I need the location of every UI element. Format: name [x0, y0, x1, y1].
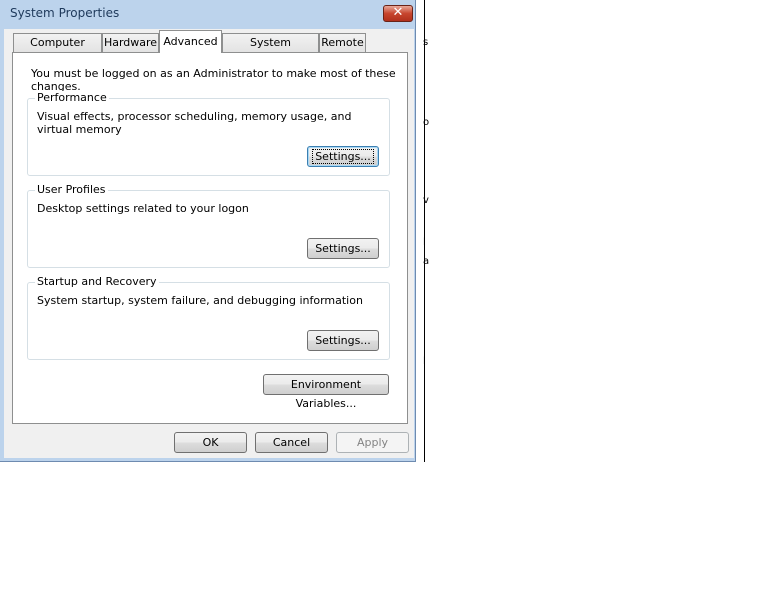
- user-profiles-settings-button[interactable]: Settings...: [307, 238, 379, 259]
- background-text: v: [423, 195, 429, 206]
- ok-label: OK: [202, 436, 219, 449]
- environment-variables-button[interactable]: Environment Variables...: [263, 374, 389, 410]
- performance-description: Visual effects, processor scheduling, me…: [37, 110, 352, 136]
- cancel-button[interactable]: Cancel: [255, 432, 328, 453]
- performance-settings-button[interactable]: Settings...: [307, 146, 379, 167]
- apply-label: Apply: [356, 436, 389, 449]
- environment-variables-label: Environment Variables...: [290, 378, 362, 410]
- advanced-tab-panel: You must be logged on as an Administrato…: [12, 52, 408, 424]
- tab-hardware[interactable]: Hardware: [102, 33, 159, 52]
- startup-recovery-settings-button[interactable]: Settings...: [307, 330, 379, 351]
- ok-button[interactable]: OK: [174, 432, 247, 453]
- user-profiles-description: Desktop settings related to your logon: [37, 202, 249, 215]
- system-properties-window: System Properties ✕ Computer Name Hardwa…: [0, 0, 416, 462]
- performance-group: Performance Visual effects, processor sc…: [27, 91, 390, 176]
- dialog-client-area: Computer Name Hardware Advanced System P…: [4, 29, 414, 458]
- apply-button[interactable]: Apply: [336, 432, 409, 453]
- close-button[interactable]: ✕: [383, 5, 413, 22]
- user-profiles-group-title: User Profiles: [35, 183, 108, 196]
- tab-remote[interactable]: Remote: [319, 33, 366, 52]
- user-profiles-settings-label: Settings...: [315, 242, 371, 255]
- window-title: System Properties: [10, 6, 120, 20]
- tab-system-protection[interactable]: System Protection: [222, 33, 319, 67]
- background-text: a: [423, 256, 430, 267]
- startup-recovery-settings-label: Settings...: [315, 334, 371, 347]
- background-text: s: [423, 37, 429, 48]
- startup-recovery-group-title: Startup and Recovery: [35, 275, 159, 288]
- background-window-edge: [416, 0, 425, 462]
- performance-group-title: Performance: [35, 91, 109, 104]
- background-text: l: [423, 356, 426, 367]
- user-profiles-group: User Profiles Desktop settings related t…: [27, 183, 390, 268]
- tab-computer-name[interactable]: Computer Name: [13, 33, 102, 67]
- performance-settings-label: Settings...: [312, 149, 374, 164]
- background-text: o: [423, 117, 430, 128]
- tab-advanced[interactable]: Advanced: [159, 30, 222, 53]
- cancel-label: Cancel: [272, 436, 311, 449]
- background-text: l: [423, 237, 426, 248]
- startup-recovery-group: Startup and Recovery System startup, sys…: [27, 275, 390, 360]
- close-icon: ✕: [392, 5, 404, 20]
- admin-notice: You must be logged on as an Administrato…: [31, 67, 396, 93]
- startup-recovery-description: System startup, system failure, and debu…: [37, 294, 363, 307]
